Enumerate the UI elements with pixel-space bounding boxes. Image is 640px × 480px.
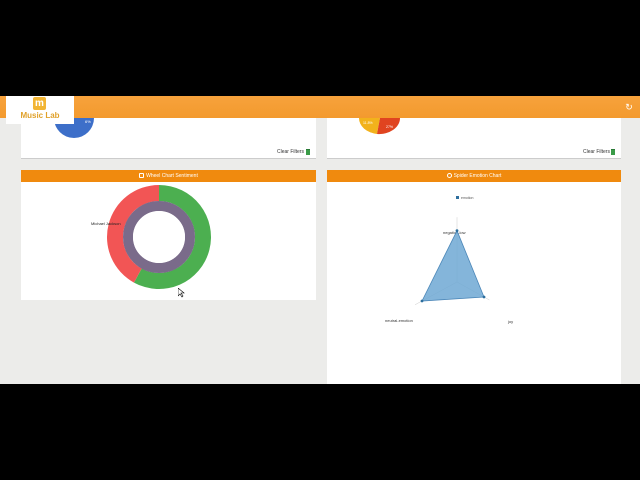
spider-point-1[interactable] xyxy=(482,295,486,299)
wheel-panel-empty-area xyxy=(21,300,316,384)
app-screen: ↻ m Music Lab 6% Clear Filters 11.8% 27%… xyxy=(0,96,640,384)
pie-label: 6% xyxy=(85,119,91,124)
pie-label-b: 27% xyxy=(386,125,393,129)
mouse-cursor xyxy=(178,288,185,298)
logo[interactable]: m Music Lab xyxy=(6,96,74,124)
trash-icon[interactable] xyxy=(611,149,615,155)
top-left-panel: 6% Clear Filters xyxy=(21,118,316,159)
legend-label: emotion xyxy=(461,196,474,200)
wheel-panel-header: Wheel Chart Sentiment xyxy=(21,170,316,182)
axis-label-top: negative-low xyxy=(443,230,466,235)
wheel-panel-title: Wheel Chart Sentiment xyxy=(146,173,198,179)
top-right-panel: 11.8% 27% Clear Filters xyxy=(327,118,621,159)
trash-icon[interactable] xyxy=(306,149,310,155)
refresh-icon[interactable]: ↻ xyxy=(624,102,634,112)
spider-panel: Spider Emotion Chart emotion negative-lo… xyxy=(327,170,621,384)
logo-text: Music Lab xyxy=(20,111,60,120)
axis-label-right: joy xyxy=(507,319,513,324)
wheel-center[interactable] xyxy=(133,211,185,263)
top-left-pie: 6% xyxy=(54,118,94,138)
legend-swatch xyxy=(456,196,459,199)
wheel-segment-label: Michael Jackson xyxy=(91,221,121,226)
wheel-panel: Wheel Chart Sentiment Michael Jackson xyxy=(21,170,316,384)
top-bar: ↻ xyxy=(0,96,640,118)
spider-series-emotion[interactable] xyxy=(421,229,485,302)
spider-chart: emotion negative-low joy neutral-emotion xyxy=(385,196,513,324)
wheel-icon xyxy=(139,173,145,179)
spider-panel-title: Spider Emotion Chart xyxy=(453,173,502,179)
axis-label-left: neutral-emotion xyxy=(385,318,413,323)
user-icon xyxy=(446,173,452,179)
spider-point-2[interactable] xyxy=(420,299,424,303)
clear-filters-left[interactable]: Clear Filters xyxy=(277,149,304,155)
pie-label-a: 11.8% xyxy=(363,121,373,125)
clear-filters-right[interactable]: Clear Filters xyxy=(583,149,610,155)
spider-panel-header: Spider Emotion Chart xyxy=(327,170,621,182)
wheel-chart: Michael Jackson xyxy=(91,185,211,289)
spider-point-0[interactable] xyxy=(455,229,459,233)
top-right-pie: 11.8% 27% xyxy=(358,118,401,135)
logo-icon: m xyxy=(33,97,46,110)
